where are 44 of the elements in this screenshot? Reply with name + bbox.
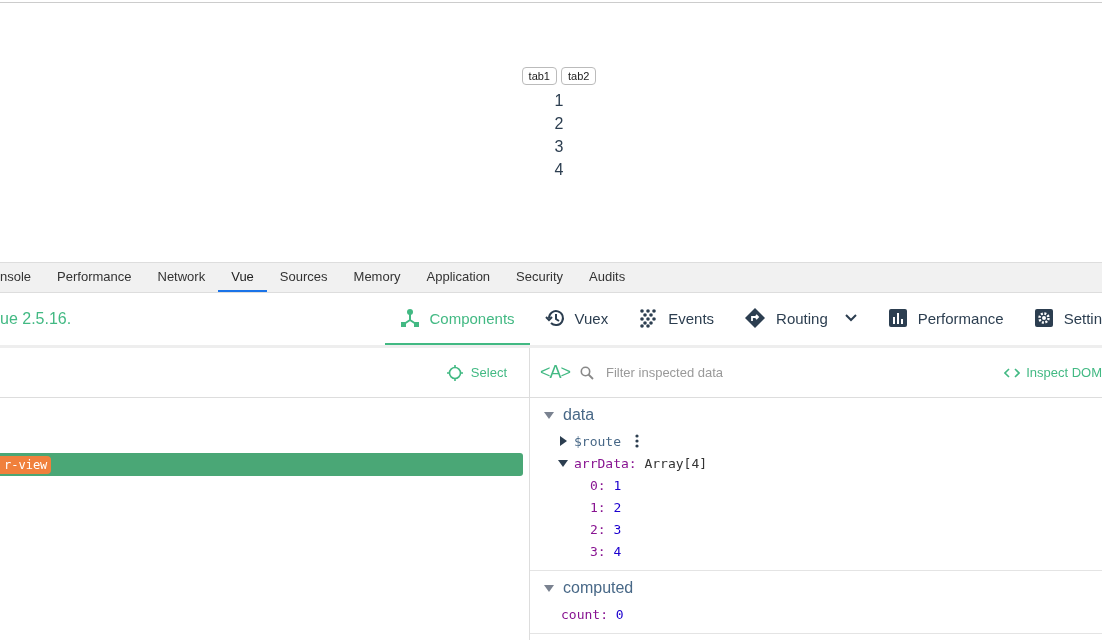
crosshair-icon — [446, 364, 463, 381]
tab-button[interactable]: tab1 — [521, 67, 557, 85]
devtools-tab[interactable]: Vue — [218, 263, 267, 292]
dots-icon — [638, 308, 659, 328]
version-text: ue 2.5.16. — [0, 309, 72, 329]
nav-tab[interactable]: Performance — [872, 293, 1019, 345]
component-tree-icon — [399, 308, 420, 328]
settings-icon — [1033, 308, 1054, 328]
property-row: 2: 3 — [590, 521, 622, 537]
list-item: 1 — [554, 91, 564, 111]
property-row: 1: 2 — [590, 499, 622, 515]
nav-tab[interactable]: Vuex — [529, 293, 624, 345]
component-tag: r-view — [0, 455, 52, 474]
section-title[interactable]: computed — [563, 579, 634, 597]
devtools-tab[interactable]: nsole — [0, 263, 45, 292]
collapsed-arrow-icon[interactable] — [558, 436, 568, 446]
devtools-tab[interactable]: Audits — [576, 263, 639, 292]
code-icon — [1004, 366, 1021, 379]
devtools-tab[interactable]: Sources — [266, 263, 341, 292]
search-icon — [580, 365, 595, 380]
nav-tab[interactable]: Events — [623, 293, 730, 345]
expanded-arrow-icon[interactable] — [558, 458, 568, 468]
devtools-tab[interactable]: Memory — [340, 263, 414, 292]
tab-button[interactable]: tab2 — [561, 67, 597, 85]
route-sign-icon — [744, 307, 767, 329]
property-row: 3: 4 — [590, 543, 622, 559]
nav-tab[interactable]: Settin — [1018, 293, 1102, 345]
history-icon — [544, 308, 565, 328]
devtools-tab[interactable]: Application — [413, 263, 504, 292]
property-row: count: 0 — [561, 606, 624, 622]
devtools-tab[interactable]: Performance — [44, 263, 145, 292]
chevron-down-icon — [843, 313, 858, 323]
devtools-tab[interactable]: Security — [503, 263, 577, 292]
property-row: 0: 1 — [590, 477, 622, 493]
nav-tab[interactable]: Routing — [729, 293, 873, 345]
devtools-tab[interactable]: Network — [144, 263, 219, 292]
list-item: 4 — [554, 160, 564, 180]
property-row: arrData: Array[4] — [574, 455, 708, 471]
more-vertical-icon[interactable] — [634, 434, 639, 448]
list-item: 3 — [554, 137, 564, 157]
property-row: $route — [574, 433, 621, 449]
list-item: 2 — [554, 114, 564, 134]
bar-chart-icon — [887, 308, 908, 328]
section-title[interactable]: data — [563, 406, 595, 424]
